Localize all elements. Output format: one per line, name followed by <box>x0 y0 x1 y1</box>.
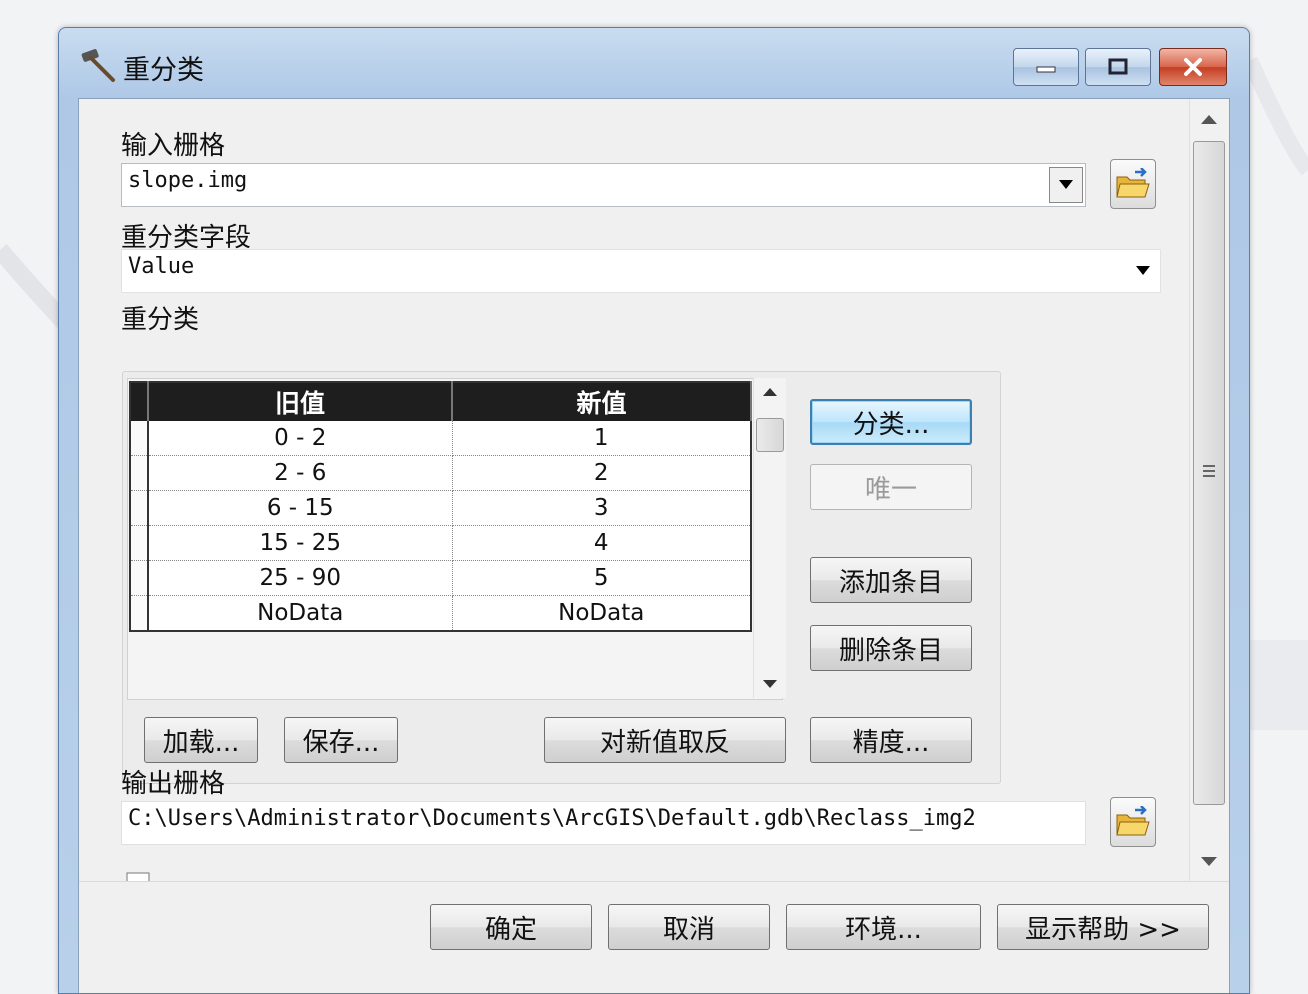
close-button[interactable] <box>1159 48 1227 86</box>
reclass-table-container: 旧值 新值 0 - 2 1 2 - 6 2 6 - 15 3 15 - 25 4… <box>127 378 783 700</box>
table-header-row: 旧值 新值 <box>130 382 752 421</box>
scroll-thumb[interactable] <box>1193 141 1225 805</box>
chevron-up-icon <box>763 388 777 396</box>
row-selector[interactable] <box>130 525 149 561</box>
old-value-cell[interactable]: 6 - 15 <box>148 490 453 526</box>
input-raster-dropdown-button[interactable] <box>1049 167 1083 203</box>
show-help-button[interactable]: 显示帮助 >> <box>997 904 1209 950</box>
reverse-new-values-button[interactable]: 对新值取反 <box>544 717 786 763</box>
maximize-button[interactable] <box>1085 48 1151 86</box>
old-value-cell[interactable]: 25 - 90 <box>148 560 453 596</box>
classify-button[interactable]: 分类... <box>810 399 972 445</box>
minimize-button[interactable] <box>1013 48 1079 86</box>
title-bar: 重分类 <box>59 28 1249 98</box>
window-title: 重分类 <box>123 55 204 86</box>
scroll-up-button[interactable] <box>1190 105 1228 133</box>
reclass-field-select[interactable]: Value <box>121 249 1161 293</box>
row-selector[interactable] <box>130 455 149 491</box>
add-entry-button[interactable]: 添加条目 <box>810 557 972 603</box>
output-raster-browse-button[interactable] <box>1110 797 1156 847</box>
column-header-new-value[interactable]: 新值 <box>452 382 752 421</box>
table-row[interactable]: 15 - 25 4 <box>130 525 752 561</box>
scroll-down-button[interactable] <box>1190 847 1228 875</box>
dialog-client-area: 输入栅格 slope.img 重分类字段 Value 重分类 旧值 新值 0 -… <box>78 98 1230 993</box>
table-row[interactable]: 2 - 6 2 <box>130 455 752 491</box>
scroll-up-button[interactable] <box>754 378 786 406</box>
table-row[interactable]: 25 - 90 5 <box>130 560 752 596</box>
row-selector[interactable] <box>130 421 149 456</box>
chevron-down-icon <box>1059 180 1073 189</box>
chevron-down-icon <box>1201 856 1217 866</box>
input-raster-label: 输入栅格 <box>121 131 226 161</box>
new-value-cell[interactable]: 1 <box>452 421 752 456</box>
unique-button[interactable]: 唯一 <box>810 464 972 510</box>
new-value-cell[interactable]: 5 <box>452 560 752 596</box>
input-raster-browse-button[interactable] <box>1110 159 1156 209</box>
new-value-cell[interactable]: NoData <box>452 595 752 632</box>
row-selector[interactable] <box>130 560 149 596</box>
scroll-thumb[interactable] <box>756 418 784 452</box>
new-value-cell[interactable]: 2 <box>452 455 752 491</box>
maximize-icon <box>1108 58 1128 75</box>
output-raster-field[interactable]: C:\Users\Administrator\Documents\ArcGIS\… <box>121 801 1086 845</box>
output-raster-label: 输出栅格 <box>121 769 226 799</box>
environments-button[interactable]: 环境... <box>786 904 981 950</box>
new-value-cell[interactable]: 4 <box>452 525 752 561</box>
old-value-cell[interactable]: 15 - 25 <box>148 525 453 561</box>
grip-icon <box>1203 465 1215 477</box>
input-raster-field[interactable]: slope.img <box>121 163 1086 207</box>
output-raster-value: C:\Users\Administrator\Documents\ArcGIS\… <box>128 806 976 831</box>
chevron-up-icon <box>1201 114 1217 124</box>
table-vertical-scrollbar[interactable] <box>753 378 786 698</box>
reclassification-group: 旧值 新值 0 - 2 1 2 - 6 2 6 - 15 3 15 - 25 4… <box>122 371 1001 784</box>
scroll-down-button[interactable] <box>754 670 786 698</box>
table-row[interactable]: NoData NoData <box>130 595 752 632</box>
row-header-corner <box>130 382 149 421</box>
table-row[interactable]: 6 - 15 3 <box>130 490 752 526</box>
reclassification-label: 重分类 <box>121 305 200 335</box>
chevron-down-icon <box>763 680 777 688</box>
reclass-table[interactable]: 旧值 新值 0 - 2 1 2 - 6 2 6 - 15 3 15 - 25 4… <box>129 381 752 632</box>
dialog-footer: 确定 取消 环境... 显示帮助 >> <box>79 881 1229 993</box>
load-button[interactable]: 加载... <box>144 717 258 763</box>
open-folder-icon <box>1116 806 1150 836</box>
row-selector[interactable] <box>130 490 149 526</box>
ok-button[interactable]: 确定 <box>430 904 592 950</box>
table-row[interactable]: 0 - 2 1 <box>130 421 752 456</box>
reclass-field-value: Value <box>128 254 195 279</box>
old-value-cell[interactable]: 2 - 6 <box>148 455 453 491</box>
delete-entry-button[interactable]: 删除条目 <box>810 625 972 671</box>
hammer-icon <box>81 49 115 82</box>
cancel-button[interactable]: 取消 <box>608 904 770 950</box>
precision-button[interactable]: 精度... <box>810 717 972 763</box>
dialog-vertical-scrollbar[interactable] <box>1189 99 1228 881</box>
column-header-old-value[interactable]: 旧值 <box>148 382 453 421</box>
row-selector[interactable] <box>130 595 149 632</box>
chevron-down-icon <box>1136 266 1150 275</box>
open-folder-icon <box>1116 168 1150 198</box>
save-button[interactable]: 保存... <box>284 717 398 763</box>
close-icon <box>1184 58 1202 76</box>
old-value-cell[interactable]: NoData <box>148 595 453 632</box>
input-raster-value: slope.img <box>128 168 248 193</box>
new-value-cell[interactable]: 3 <box>452 490 752 526</box>
reclass-field-dropdown-button[interactable] <box>1129 261 1157 281</box>
reclassify-dialog: 重分类 输入栅格 slope.img 重分类字段 Value 重分类 旧值 新值… <box>58 27 1250 994</box>
old-value-cell[interactable]: 0 - 2 <box>148 421 453 456</box>
minimize-icon <box>1036 66 1056 73</box>
